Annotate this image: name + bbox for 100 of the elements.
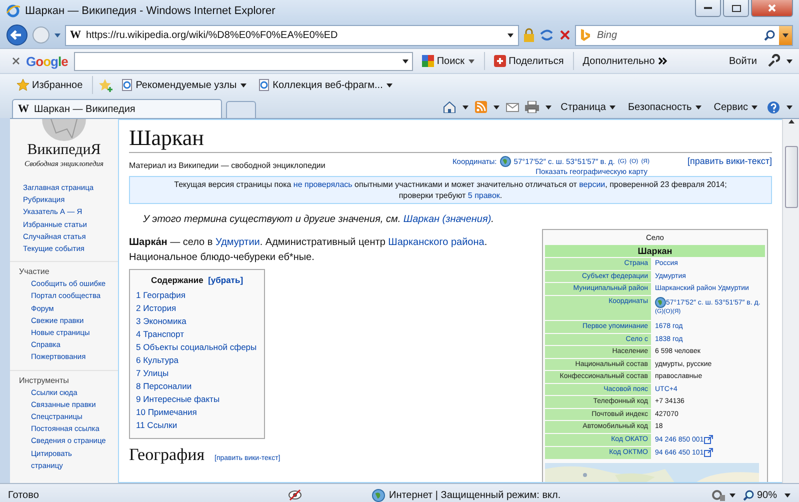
print-icon[interactable]: [524, 101, 539, 113]
double-chevron-icon: [658, 57, 667, 65]
sign-in-button[interactable]: Войти: [726, 56, 760, 66]
section-heading: География: [129, 445, 205, 465]
favorites-link[interactable]: Коллекция веб-фрагм...: [256, 79, 396, 91]
page-icon: [122, 79, 133, 91]
link[interactable]: не проверялась: [293, 180, 352, 189]
link[interactable]: Шарканского района: [388, 237, 484, 248]
google-logo: Google: [26, 54, 68, 68]
caret-icon[interactable]: [786, 58, 793, 64]
map-service-link[interactable]: (O): [630, 158, 638, 164]
link[interactable]: версии: [579, 180, 606, 189]
toc-link[interactable]: 3 Экономика: [136, 315, 258, 328]
privacy-eye-icon[interactable]: [288, 489, 302, 501]
menu-button[interactable]: Страница: [558, 102, 619, 112]
toc-link[interactable]: 6 Культура: [136, 354, 258, 367]
toc-title: Содержание: [150, 275, 204, 285]
lead-paragraph: Шарка́н — село в Удмуртии. Административный центр Шарканского района. Национальное блюдо-чебуреки еб*ные.: [129, 236, 488, 265]
menu-button[interactable]: Безопасность: [624, 102, 705, 112]
caret-icon[interactable]: [786, 104, 793, 110]
toc-link[interactable]: 8 Персоналии: [136, 380, 258, 393]
toc-link[interactable]: 4 Транспорт: [136, 328, 258, 341]
mail-icon[interactable]: [506, 102, 519, 112]
hatnote: У этого термина существуют и другие значения, см. Шаркан (значения).: [142, 214, 495, 225]
caret-icon[interactable]: [507, 32, 514, 38]
more-button[interactable]: Дополнительно: [580, 56, 670, 66]
caret-icon[interactable]: [608, 104, 616, 110]
toc-toggle-link[interactable]: [убрать]: [208, 275, 244, 285]
share-button[interactable]: Поделиться: [490, 55, 567, 67]
search-box[interactable]: Bing: [575, 24, 793, 46]
zoom-icon: [742, 490, 754, 500]
page-title: Шаркан: [129, 124, 772, 153]
globe-icon: [655, 296, 666, 308]
toc-link[interactable]: 2 История: [136, 302, 258, 315]
caret-icon[interactable]: [728, 492, 736, 498]
caret-icon[interactable]: [386, 82, 393, 88]
menu-button[interactable]: Сервис: [710, 102, 761, 112]
minimize-icon[interactable]: [704, 6, 712, 10]
map-service-link[interactable]: (O): [664, 308, 672, 314]
map-service-link[interactable]: (Я): [672, 308, 681, 314]
caret-icon[interactable]: [492, 104, 500, 110]
caret-icon[interactable]: [751, 104, 758, 110]
external-link-icon[interactable]: [704, 448, 713, 457]
caret-icon[interactable]: [240, 82, 247, 88]
scrollbar-thumb[interactable]: [784, 146, 798, 208]
maximize-button[interactable]: [723, 0, 749, 17]
tagline: Материал из Википедии — свободной энциклопедии: [129, 161, 326, 170]
stop-icon[interactable]: [559, 29, 571, 41]
caret-icon[interactable]: [462, 104, 469, 110]
bing-icon: [580, 29, 591, 41]
toc-link[interactable]: 1 География: [136, 289, 258, 302]
logo-title: ВикипедиЯ: [27, 142, 101, 159]
search-button[interactable]: Поиск: [418, 55, 478, 67]
search-options-button[interactable]: [779, 26, 792, 44]
link[interactable]: Шаркан (значения): [403, 214, 492, 225]
map-service-link[interactable]: (Я): [641, 158, 650, 164]
home-icon[interactable]: [442, 101, 456, 113]
toc-link[interactable]: 9 Интересные факты: [136, 393, 258, 406]
caret-icon[interactable]: [544, 104, 552, 110]
window-title: Шаркан — Википедия - Windows Internet Explorer: [25, 5, 276, 17]
caret-icon[interactable]: [694, 104, 702, 110]
close-icon[interactable]: [12, 57, 20, 65]
zoom-button[interactable]: 90%: [740, 490, 780, 500]
close-button[interactable]: [751, 0, 793, 17]
lock-icon[interactable]: [523, 28, 535, 42]
external-link-icon[interactable]: [704, 434, 713, 444]
back-button[interactable]: [6, 24, 28, 46]
help-icon[interactable]: [767, 100, 780, 114]
favorites-button[interactable]: Избранное: [14, 79, 86, 91]
browser-icon: [6, 4, 20, 18]
add-favorite-icon[interactable]: [98, 78, 113, 92]
caret-icon[interactable]: [782, 32, 789, 38]
infobox-title: Шаркан: [545, 245, 765, 257]
address-field[interactable]: W https://ru.wikipedia.org/wiki/%D8%E0%F0%EA%E0%ED: [65, 24, 519, 46]
caret-icon[interactable]: [784, 492, 791, 498]
link[interactable]: 5 правок: [468, 191, 500, 200]
minimize-button[interactable]: [695, 0, 721, 17]
globe-icon: [500, 156, 511, 167]
status-text: Готово: [8, 490, 40, 500]
toc-link[interactable]: 10 Примечания: [136, 406, 258, 419]
toc-link[interactable]: 5 Объекты социальной сферы: [136, 341, 258, 354]
toc-link[interactable]: 11 Ссылки: [136, 419, 258, 432]
map-service-link[interactable]: (G): [655, 308, 664, 314]
page-icon: [258, 79, 270, 91]
globe-icon: [372, 488, 385, 502]
map-service-link[interactable]: (G): [618, 158, 627, 164]
colored-squares-icon: [422, 55, 434, 67]
search-icon[interactable]: [764, 30, 775, 40]
browser-tab[interactable]: W Шаркан — Википедия: [12, 99, 222, 118]
caret-icon[interactable]: [402, 58, 409, 64]
favorites-link[interactable]: Рекомендуемые узлы: [118, 79, 250, 91]
maximize-icon[interactable]: [732, 4, 740, 12]
review-notice: Текущая версия страницы пока не проверялась опытными участниками и может значительно отличаться от версии, проверенной 23 февраля 2014; проверки требуют 5 правок.: [129, 176, 772, 204]
edit-link[interactable]: [править вики-текст]: [688, 156, 772, 166]
star-icon: [17, 79, 29, 91]
caret-icon[interactable]: [468, 58, 475, 64]
link[interactable]: Удмуртии: [216, 237, 260, 248]
share-icon: [494, 55, 506, 67]
toc-link[interactable]: 7 Улицы: [136, 367, 258, 380]
refresh-icon[interactable]: [539, 28, 555, 42]
